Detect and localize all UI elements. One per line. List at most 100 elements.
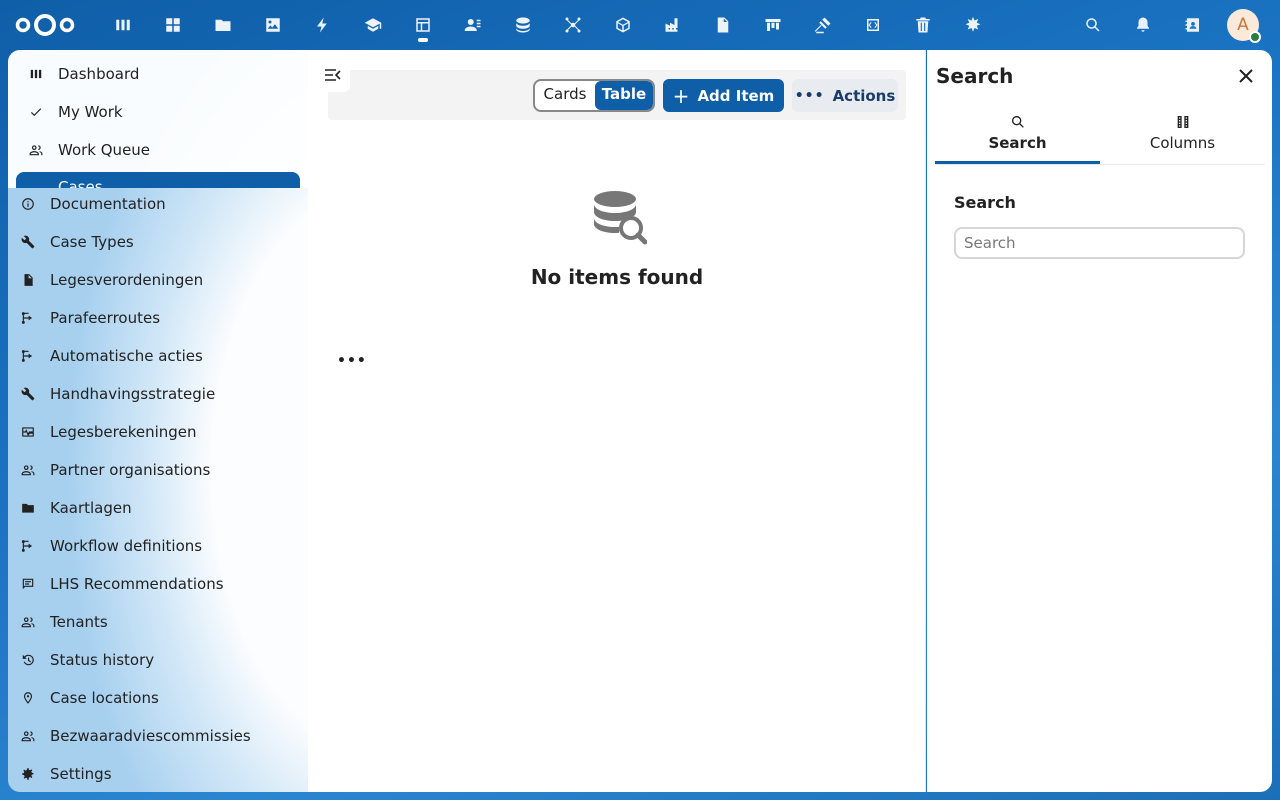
info-icon — [16, 197, 40, 211]
lightning-icon — [317, 17, 327, 33]
app-cube-icon[interactable] — [598, 0, 648, 50]
tab-columns[interactable]: Columns — [1100, 110, 1265, 165]
app-lightning-icon[interactable] — [298, 0, 348, 50]
nav-item-handhavingsstrategie[interactable]: Handhavingsstrategie — [16, 375, 308, 413]
more-options-icon[interactable]: ••• — [337, 353, 367, 369]
factory-icon — [665, 18, 678, 32]
nav-item-case-locations[interactable]: Case locations — [16, 679, 308, 717]
nav-item-tenants[interactable]: Tenants — [16, 603, 308, 641]
nav-item-parafeerroutes[interactable]: Parafeerroutes — [16, 299, 308, 337]
nav-item-documentation[interactable]: Documentation — [16, 185, 308, 223]
route-icon — [16, 311, 40, 325]
nav-item-label: Status history — [50, 651, 155, 669]
leaf-icon — [965, 16, 981, 32]
app-grid-icon[interactable] — [148, 0, 198, 50]
nav-item-label: Handhavingsstrategie — [50, 385, 216, 403]
app-leaf-icon[interactable] — [948, 0, 998, 50]
app-trash-icon[interactable] — [898, 0, 948, 50]
search-icon[interactable] — [1068, 0, 1118, 50]
wrench-icon — [16, 235, 40, 249]
nav-item-dashboard[interactable]: Dashboard — [24, 55, 308, 93]
app-document-icon[interactable] — [698, 0, 748, 50]
app-navigation: Dashboard My Work Work Queue Cases Documen… — [8, 50, 308, 792]
app-database-icon[interactable] — [498, 0, 548, 50]
nav-item-label: Parafeerroutes — [50, 309, 161, 327]
app-menu — [98, 0, 998, 50]
nextcloud-logo[interactable] — [14, 12, 76, 38]
add-item-button[interactable]: + Add Item — [663, 79, 784, 112]
pulse-icon — [16, 425, 40, 439]
tab-search-label: Search — [988, 134, 1047, 152]
nav-item-lhs-recommendations[interactable]: LHS Recommendations — [16, 565, 308, 603]
app-image-icon[interactable] — [248, 0, 298, 50]
dashboard-icon — [116, 19, 130, 31]
nav-item-automatische-acties[interactable]: Automatische acties — [16, 337, 308, 375]
nav-item-partner-organisations[interactable]: Partner organisations — [16, 451, 308, 489]
view-table-button[interactable]: Table — [595, 81, 653, 110]
dashboard-icon — [24, 67, 48, 81]
nav-item-label: Dashboard — [58, 65, 140, 83]
close-icon[interactable] — [1237, 67, 1255, 85]
nav-item-label: Workflow definitions — [50, 537, 203, 555]
view-cards-button[interactable]: Cards — [535, 81, 595, 110]
people-icon — [24, 143, 48, 157]
columns-icon — [1177, 116, 1188, 128]
nav-item-status-history[interactable]: Status history — [16, 641, 308, 679]
nav-item-case-types[interactable]: Case Types — [16, 223, 308, 261]
nav-top-section: Dashboard My Work Work Queue — [8, 50, 308, 188]
nav-item-settings[interactable]: Settings — [16, 755, 308, 792]
nav-item-legesverordeningen[interactable]: Legesverordeningen — [16, 261, 308, 299]
check-icon — [24, 105, 48, 119]
nav-item-my-work[interactable]: My Work — [24, 93, 308, 131]
actions-button[interactable]: ••• Actions — [792, 79, 898, 112]
document-icon — [717, 17, 729, 33]
database-icon — [516, 17, 530, 33]
nav-item-label: Legesberekeningen — [50, 423, 197, 441]
nav-item-label: My Work — [58, 103, 123, 121]
app-dashboard-icon[interactable] — [98, 0, 148, 50]
folder-icon — [215, 19, 231, 31]
app-board-icon[interactable] — [748, 0, 798, 50]
app-gavel-icon[interactable] — [798, 0, 848, 50]
nav-item-label: Tenants — [50, 613, 108, 631]
app-table-app-icon[interactable] — [398, 0, 448, 50]
app-network-icon[interactable] — [548, 0, 598, 50]
app-folder-icon[interactable] — [198, 0, 248, 50]
sidebar-title: Search — [936, 64, 1014, 88]
actions-label: Actions — [832, 86, 896, 105]
nav-item-kaartlagen[interactable]: Kaartlagen — [16, 489, 308, 527]
contacts-book-icon[interactable] — [1168, 0, 1218, 50]
people-icon — [16, 729, 40, 743]
bell-icon[interactable] — [1118, 0, 1168, 50]
search-input[interactable] — [954, 227, 1245, 259]
app-code-icon[interactable] — [848, 0, 898, 50]
search-sidebar: Search Search Columns Search — [927, 50, 1272, 792]
app-factory-icon[interactable] — [648, 0, 698, 50]
nav-item-workflow-definitions[interactable]: Workflow definitions — [16, 527, 308, 565]
code-icon — [867, 19, 879, 31]
header-right: A — [1068, 0, 1280, 50]
tab-search[interactable]: Search — [935, 110, 1100, 165]
nav-item-label: Legesverordeningen — [50, 271, 204, 289]
toggle-navigation-icon[interactable] — [324, 66, 342, 84]
nav-item-label: Case locations — [50, 689, 159, 707]
view-toggle[interactable]: Cards Table — [533, 79, 655, 112]
avatar[interactable]: A — [1227, 9, 1261, 43]
nav-item-legesberekeningen[interactable]: Legesberekeningen — [16, 413, 308, 451]
people-icon — [16, 615, 40, 629]
tab-columns-label: Columns — [1149, 134, 1216, 152]
database-search-icon — [594, 191, 647, 245]
pin-icon — [16, 691, 40, 705]
nav-item-bezwaaradviescommissies[interactable]: Bezwaaradviescommissies — [16, 717, 308, 755]
grid-icon — [166, 18, 180, 32]
empty-state-text: No items found — [530, 265, 704, 289]
app-contacts-icon[interactable] — [448, 0, 498, 50]
top-bar: A — [0, 0, 1280, 50]
nav-item-work-queue[interactable]: Work Queue — [24, 131, 308, 169]
nav-item-label: Automatische acties — [50, 347, 203, 365]
cube-icon — [616, 17, 630, 33]
app-graduation-cap-icon[interactable] — [348, 0, 398, 50]
route-icon — [16, 539, 40, 553]
nav-item-label: Settings — [50, 765, 112, 783]
plus-icon: + — [672, 83, 690, 108]
